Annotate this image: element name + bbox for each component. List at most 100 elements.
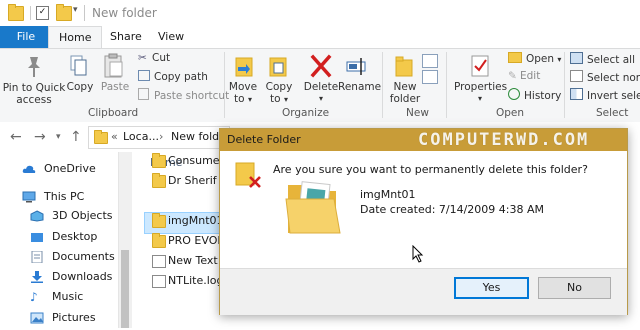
new-folder-button[interactable]: New folder <box>388 81 422 105</box>
scrollbar-thumb[interactable] <box>121 250 129 328</box>
chevron-down-icon: ▾ <box>318 94 323 103</box>
no-button[interactable]: No <box>538 277 611 299</box>
delete-folder-dialog: Delete Folder Are you sure you want to p… <box>219 128 628 315</box>
computer-icon <box>22 191 36 203</box>
move-to-label-line2: to ▾ <box>234 93 252 105</box>
copy-to-button[interactable]: Copy to ▾ <box>262 81 296 106</box>
new-folder-icon <box>394 54 414 78</box>
tab-view[interactable]: View <box>148 26 194 48</box>
copy-path-label: Copy path <box>154 71 208 83</box>
new-item-icon[interactable] <box>422 54 438 68</box>
move-to-button[interactable]: Move to ▾ <box>226 81 260 106</box>
folder-icon <box>94 130 108 144</box>
open-icon <box>508 52 522 63</box>
move-to-label-line1: Move <box>228 81 258 93</box>
open-button[interactable]: Open ▾ <box>508 52 561 66</box>
delete-button[interactable]: Delete ▾ <box>302 81 340 105</box>
documents-icon <box>30 250 44 264</box>
history-label: History <box>524 90 562 102</box>
select-none-icon <box>570 70 583 82</box>
delete-icon <box>310 54 332 78</box>
tab-file[interactable]: File <box>0 26 52 48</box>
file-list-items: Consumer I Dr Sherif Bo imgMnt01 PRO EVO… <box>152 150 220 328</box>
invert-selection-icon <box>570 88 583 100</box>
history-button[interactable]: History <box>508 88 561 103</box>
properties-quick-icon[interactable]: ✓ <box>36 6 49 20</box>
up-arrow-icon[interactable]: ↑ <box>70 129 82 145</box>
delete-folder-icon <box>234 159 264 189</box>
group-label-open: Open <box>496 107 525 119</box>
watermark: COMPUTERWD.COM <box>418 130 590 150</box>
properties-icon <box>470 54 490 78</box>
folder-icon <box>152 213 166 228</box>
properties-label: Properties <box>454 81 508 93</box>
divider <box>382 52 383 118</box>
copy-button[interactable]: Copy <box>64 81 96 93</box>
folder-icon <box>8 4 24 21</box>
delete-label: Delete <box>303 81 339 93</box>
paste-shortcut-icon <box>138 88 149 100</box>
select-none-label: Select none <box>587 72 640 84</box>
select-all-label: Select all <box>587 54 635 66</box>
copy-to-label-line1: Copy <box>265 81 293 93</box>
group-label-clipboard: Clipboard <box>88 107 139 119</box>
chevron-down-icon: ▾ <box>477 94 482 103</box>
tab-share[interactable]: Share <box>100 26 152 48</box>
history-icon <box>508 88 520 100</box>
move-to-icon <box>234 54 254 78</box>
properties-button[interactable]: Properties ▾ <box>454 81 508 105</box>
cloud-icon <box>22 163 36 175</box>
folder-icon <box>152 233 166 248</box>
desktop-icon <box>30 231 44 243</box>
new-folder-quick-icon[interactable] <box>56 4 72 21</box>
divider <box>30 6 31 20</box>
edit-button[interactable]: ✎ Edit <box>508 70 540 83</box>
tab-home[interactable]: Home <box>48 26 103 49</box>
invert-selection-label: Invert selecti <box>587 90 640 102</box>
copy-path-icon <box>138 70 150 81</box>
chevron-down-icon: ▾ <box>283 95 288 104</box>
rename-button[interactable]: Rename <box>338 81 381 93</box>
select-none-button[interactable]: Select none <box>570 70 640 85</box>
new-folder-label-line2: folder <box>389 93 421 105</box>
mouse-cursor-icon <box>412 244 424 263</box>
paste-shortcut-label: Paste shortcut <box>154 90 230 102</box>
rename-icon <box>346 56 368 76</box>
copy-to-icon <box>268 54 288 78</box>
cut-label: Cut <box>152 52 171 64</box>
window-title-bar: ✓ ▾ New folder <box>0 0 640 26</box>
folder-icon <box>152 153 166 168</box>
paste-shortcut-button[interactable]: Paste shortcut <box>138 88 229 103</box>
yes-button[interactable]: Yes <box>454 277 529 299</box>
address-bar[interactable]: « Loca... › New folder <box>88 126 230 149</box>
cut-button[interactable]: ✂ Cut <box>138 52 170 65</box>
group-label-select: Select <box>596 107 629 119</box>
cube-icon <box>30 210 44 222</box>
scissors-icon: ✂ <box>138 52 147 64</box>
folder-icon <box>152 173 166 188</box>
new-folder-label-line1: New <box>393 81 417 93</box>
copy-path-button[interactable]: Copy path <box>138 70 208 84</box>
recent-locations-chevron-icon[interactable]: ▾ <box>56 132 61 142</box>
paste-button[interactable]: Paste <box>98 81 132 93</box>
breadcrumb-separator-icon[interactable]: › <box>159 130 163 143</box>
edit-icon: ✎ <box>508 70 517 82</box>
invert-selection-button[interactable]: Invert selecti <box>570 88 640 103</box>
music-icon: ♪ <box>30 290 38 304</box>
forward-arrow-icon[interactable]: → <box>34 129 46 145</box>
divider <box>224 52 225 118</box>
easy-access-icon[interactable] <box>422 70 438 84</box>
window-title: New folder <box>92 6 157 20</box>
select-all-button[interactable]: Select all <box>570 52 635 67</box>
quick-access-dropdown-icon[interactable]: ▾ <box>73 5 81 18</box>
back-arrow-icon[interactable]: ← <box>10 129 22 145</box>
select-all-icon <box>570 52 583 64</box>
dialog-date-created: Date created: 7/14/2009 4:38 AM <box>360 203 545 216</box>
ribbon-tabs: File Home Share View <box>0 26 640 49</box>
paste-icon <box>104 53 124 79</box>
group-label-organize: Organize <box>282 107 330 119</box>
text-file-icon <box>152 255 166 268</box>
chevron-down-icon: ▾ <box>557 55 562 64</box>
address-overflow[interactable]: « <box>111 130 118 143</box>
breadcrumb-local[interactable]: Loca... <box>123 130 159 143</box>
